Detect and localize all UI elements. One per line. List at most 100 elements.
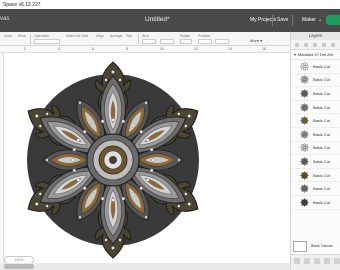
machine-select[interactable]: Maker [302,17,316,23]
layer-thumbnail [300,157,309,166]
width-input[interactable] [142,39,156,44]
layer-label: Basic Cut [313,199,331,205]
layer-group-name: Mandala 07 Det Aln [298,52,333,57]
layer-thumbnail [300,61,309,71]
rotate-input[interactable] [180,39,192,44]
operation-label: Operation [34,34,50,38]
duplicate-icon[interactable] [313,43,317,47]
layer-label: Basic Cut [313,104,331,110]
y-position-input[interactable] [215,39,229,44]
horizontal-ruler: 2 4 6 8 10 12 14 16 [0,46,290,53]
x-position-input[interactable] [198,39,212,44]
ungroup-icon[interactable] [304,43,308,47]
layers-toolbar [291,40,340,50]
layer-label: Basic Cut [313,77,331,83]
layer-row[interactable]: Basic Cut [291,182,340,196]
make-it-button[interactable] [326,15,340,25]
layer-list: Basic Cut Basic Cut Basic Cut Basic Cut Basi… [291,60,340,210]
select-all-button[interactable]: Select All [66,34,80,38]
operation-select[interactable] [34,39,60,44]
edit-button[interactable]: Edit [82,34,88,38]
layer-label: Basic Cut [313,145,331,151]
layer-label: Basic Cut [313,172,331,178]
combine-icon[interactable] [304,258,310,264]
divider [272,15,273,26]
group-icon[interactable] [295,43,299,47]
divider [138,34,139,44]
layer-thumbnail [300,89,309,98]
layer-row[interactable]: Basic Cut [291,74,340,88]
divider [30,34,31,44]
blank-canvas-row[interactable]: Blank Canvas [293,239,339,253]
layer-row[interactable]: Basic Cut [291,128,340,142]
layer-row[interactable]: Basic Cut [291,169,340,183]
position-label: Position [198,34,211,38]
layer-label: Basic Cut [313,63,331,69]
layer-row[interactable]: Basic Cut [291,101,340,115]
ruler-tick: 6 [92,47,94,51]
save-button[interactable]: Save [277,17,288,23]
more-button[interactable]: More ▾ [250,38,262,43]
layer-row[interactable]: Basic Cut [291,196,340,210]
window-titlebar: Space v6.12.227 [0,0,340,9]
ruler-tick: 14 [228,47,232,51]
layer-row[interactable]: Basic Cut [291,114,340,128]
layers-header: Layers [291,32,340,40]
flip-button[interactable]: Flip [126,34,132,38]
layer-row[interactable]: Basic Cut [291,142,340,156]
layer-row[interactable]: Basic Cut [291,155,340,169]
delete-icon[interactable] [322,43,326,47]
layer-thumbnail [300,184,309,193]
flatten-icon[interactable] [324,258,330,264]
ruler-tick: 10 [160,47,164,51]
layers-panel: Layers ▾ Mandala 07 Det Aln Basic Cut Bas… [290,32,340,270]
blank-canvas-label: Blank Canvas [311,244,333,248]
contour-icon[interactable] [334,258,340,264]
layer-label: Basic Cut [313,118,331,124]
edit-toolbar: Undo Redo Operation Select All Edit Alig… [0,32,290,46]
layer-group[interactable]: ▾ Mandala 07 Det Aln [291,50,340,60]
layer-label: Basic Cut [313,131,331,137]
divider [292,15,293,26]
ruler-tick: 8 [126,47,128,51]
chevron-down-icon[interactable]: ⌄ [318,17,322,23]
attach-icon[interactable] [314,258,320,264]
chevron-down-icon[interactable]: ▾ [294,52,296,57]
layer-thumbnail [300,116,309,125]
horizontal-scrollbar[interactable] [0,263,290,270]
height-input[interactable] [160,39,174,44]
layer-thumbnail [300,129,309,139]
layer-label: Basic Cut [313,90,331,96]
layer-thumbnail [300,102,309,112]
ruler-tick: 2 [24,47,26,51]
undo-button[interactable]: Undo [4,34,12,38]
app-left-label: vas [0,16,10,22]
design-canvas[interactable] [4,53,290,263]
layers-bottom-actions [291,254,340,270]
layer-thumbnail [300,75,309,85]
layer-label: Basic Cut [313,186,331,192]
scrollbar-thumb[interactable] [4,264,34,269]
ruler-tick: 12 [194,47,198,51]
layer-label: Basic Cut [313,158,331,164]
ruler-tick: 4 [58,47,60,51]
mandala-design[interactable] [4,53,290,263]
app-header: vas Untitled* My Projects Save Maker ⌄ [0,9,340,32]
layer-thumbnail [300,197,309,207]
layer-thumbnail [300,170,309,180]
window-title: Space v6.12.227 [3,1,41,8]
visibility-icon[interactable] [331,43,335,47]
layer-row[interactable]: Basic Cut [291,87,340,101]
ruler-tick: 16 [262,47,266,51]
align-button[interactable]: Align [96,34,104,38]
rotate-label: Rotate [180,34,191,38]
layer-row[interactable]: Basic Cut [291,60,340,74]
redo-button[interactable]: Redo [18,34,26,38]
size-label: Size [142,34,149,38]
zoom-level: 100% [14,258,24,262]
slice-icon[interactable] [294,258,300,264]
layer-thumbnail [300,143,309,153]
blank-canvas-swatch [293,240,307,252]
arrange-button[interactable]: Arrange [110,34,122,38]
project-title: Untitled* [145,16,170,23]
